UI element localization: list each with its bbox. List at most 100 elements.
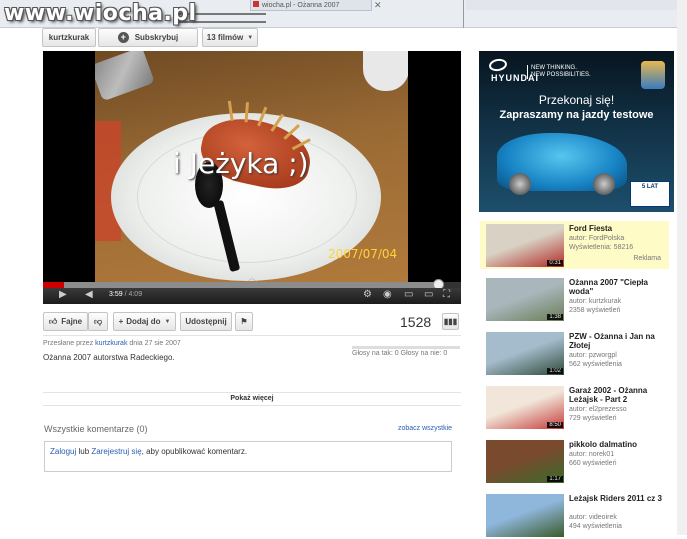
annotations-icon[interactable]: ◉ xyxy=(383,289,392,300)
related-video-title[interactable]: Ożanna 2007 "Ciepła woda" xyxy=(569,278,669,296)
related-video-views: Wyświetlenia: 58216 xyxy=(569,244,634,251)
upload-info: Przesłane przez kurtzkurak dnia 27 sie 2… xyxy=(43,340,181,347)
flag-button[interactable]: ⚑ xyxy=(235,312,253,331)
like-label: Fajne xyxy=(61,317,83,326)
euro-logo-icon xyxy=(641,61,665,89)
subscribe-label: Subskrybuj xyxy=(134,33,179,42)
video-thumbnail[interactable] xyxy=(486,494,564,537)
volume-icon[interactable]: ◀ xyxy=(85,289,93,300)
chevron-down-icon: ▼ xyxy=(164,318,171,325)
related-video-author: autor: pzworgpl xyxy=(569,352,617,359)
see-all-comments-link[interactable]: zobacz wszystkie xyxy=(398,425,452,432)
video-duration: 0:31 xyxy=(547,260,563,266)
scrollbar[interactable] xyxy=(677,0,687,535)
stats-button[interactable]: ▮▮▮ xyxy=(442,313,459,330)
watermark: www.wiocha.pl xyxy=(4,1,197,26)
login-link[interactable]: Zaloguj xyxy=(50,447,76,456)
advertisement-banner[interactable]: HYUNDAI NEW THINKING. NEW POSSIBILITIES.… xyxy=(479,51,674,212)
related-video-title[interactable]: PZW - Ożanna i Jan na Złotej xyxy=(569,332,669,350)
related-video-views: 729 wyświetleń xyxy=(569,415,617,422)
small-player-icon[interactable]: ▭ xyxy=(404,289,413,300)
video-thumbnail[interactable]: 8:50 xyxy=(486,386,564,429)
comments-header: Wszystkie komentarze (0) xyxy=(44,424,148,434)
gear-icon[interactable]: ⚙ xyxy=(363,289,372,300)
related-video-item[interactable]: 1:02 PZW - Ożanna i Jan na Złotej autor: p… xyxy=(480,329,669,377)
subscribe-button[interactable]: + Subskrybuj xyxy=(98,28,198,47)
warranty-badge: 5 LAT xyxy=(630,181,670,207)
bar-chart-icon: ▮▮▮ xyxy=(443,317,458,326)
time-display: 3:59 / 4:09 xyxy=(109,291,142,298)
related-video-title[interactable]: pikkolo dalmatino xyxy=(569,440,669,449)
videos-dropdown[interactable]: 13 filmów ▼ xyxy=(202,28,258,47)
related-video-item[interactable]: 8:50 Garaż 2002 - Ożanna Leżajsk - Part 2… xyxy=(480,383,669,431)
related-video-item[interactable]: 0:31 Ford Fiesta autor: FordPolska Wyświetl… xyxy=(480,221,669,269)
phone-image xyxy=(95,51,155,102)
related-video-item[interactable]: 1:38 Ożanna 2007 "Ciepła woda" autor: kurt… xyxy=(480,275,669,323)
related-video-author: autor: norek01 xyxy=(569,451,615,458)
video-duration: 1:17 xyxy=(547,476,563,482)
video-caption: i Jeżyka ;) xyxy=(173,147,309,180)
rating-bar xyxy=(352,346,460,349)
comment-login-box: Zaloguj lub Zarejestruj się, aby opublik… xyxy=(44,441,452,472)
car-wheel xyxy=(509,173,531,195)
car-wheel xyxy=(593,173,615,195)
author-link[interactable]: kurtzkurak xyxy=(95,340,127,347)
add-to-button[interactable]: + Dodaj do ▼ xyxy=(113,312,176,331)
related-video-author: autor: kurtzkurak xyxy=(569,298,622,305)
posted-date: dnia 27 sie 2007 xyxy=(129,340,181,347)
video-duration: 1:38 xyxy=(547,314,563,320)
ad-label: Reklama xyxy=(633,255,661,262)
related-video-views: 562 wyświetlenia xyxy=(569,361,622,368)
channel-bar: kurtzkurak + Subskrybuj 13 filmów ▼ xyxy=(42,28,258,47)
or-text: lub xyxy=(78,447,90,456)
browser-tab-strip xyxy=(466,0,687,10)
video-thumbnail[interactable]: 0:31 xyxy=(486,224,564,267)
related-video-author: autor: videoirek xyxy=(569,514,617,521)
video-duration: 1:02 xyxy=(547,368,563,374)
hyundai-logo-icon xyxy=(488,57,508,73)
related-video-item[interactable]: Leżajsk Riders 2011 cz 3 autor: videoirek… xyxy=(480,491,669,539)
time-total: / 4:09 xyxy=(124,291,143,298)
tab-title: wiocha.pl - Ożanna 2007 xyxy=(262,2,340,9)
chevron-down-icon: ▼ xyxy=(247,34,254,41)
related-video-title[interactable]: Ford Fiesta xyxy=(569,224,669,233)
view-count: 1528 xyxy=(400,314,432,330)
related-video-title[interactable]: Leżajsk Riders 2011 cz 3 xyxy=(569,494,669,503)
ad-tagline: NEW THINKING. NEW POSSIBILITIES. xyxy=(527,65,591,79)
vote-counts: Głosy na tak: 0 Głosy na nie: 0 xyxy=(352,350,448,357)
plus-icon: + xyxy=(117,32,129,43)
video-player[interactable]: i Jeżyka ;) 2007/07/04 ︿ ▶ ◀ 3:59 / 4:09… xyxy=(43,51,461,304)
comment-prompt: , aby opublikować komentarz. xyxy=(141,447,248,456)
dislike-button[interactable]: 👎︎ xyxy=(88,312,108,331)
posted-prefix: Przesłane przez xyxy=(43,340,94,347)
add-to-label: Dodaj do xyxy=(126,317,161,326)
video-thumbnail[interactable]: 1:38 xyxy=(486,278,564,321)
text-cursor xyxy=(463,0,464,28)
related-video-title[interactable]: Garaż 2002 - Ożanna Leżajsk - Part 2 xyxy=(569,386,669,404)
related-video-item[interactable]: 1:17 pikkolo dalmatino autor: norek01 660 w… xyxy=(480,437,669,485)
like-button[interactable]: 👍︎ Fajne xyxy=(43,312,88,331)
browser-tab[interactable]: wiocha.pl - Ożanna 2007 xyxy=(250,0,372,11)
tab-favicon-icon xyxy=(253,1,259,7)
fullscreen-icon[interactable]: ⛶ xyxy=(443,289,450,300)
show-more-button[interactable]: Pokaż więcej xyxy=(43,392,461,406)
chevron-up-icon[interactable]: ︿ xyxy=(247,269,263,284)
video-thumbnail[interactable]: 1:02 xyxy=(486,332,564,375)
close-icon[interactable]: ✕ xyxy=(374,0,382,11)
share-button[interactable]: Udostępnij xyxy=(180,312,232,331)
video-thumbnail[interactable]: 1:17 xyxy=(486,440,564,483)
play-icon[interactable]: ▶ xyxy=(59,289,67,300)
videos-label: 13 filmów xyxy=(206,33,244,42)
time-current: 3:59 xyxy=(109,291,123,298)
large-player-icon[interactable]: ▭ xyxy=(424,289,433,300)
divider xyxy=(43,335,461,336)
channel-username-button[interactable]: kurtzkurak xyxy=(42,28,96,47)
register-link[interactable]: Zarejestruj się xyxy=(91,447,141,456)
thumbs-down-icon: 👎︎ xyxy=(93,316,103,326)
video-description: Ożanna 2007 autorstwa Radeckiego. xyxy=(43,353,175,362)
ad-headline: Przekonaj się! xyxy=(538,93,615,107)
thumbs-up-icon: 👍︎ xyxy=(48,316,58,326)
video-datestamp: 2007/07/04 xyxy=(328,247,398,261)
ad-subheadline: Zapraszamy na jazdy testowe xyxy=(499,109,654,121)
flag-icon: ⚑ xyxy=(240,317,248,326)
